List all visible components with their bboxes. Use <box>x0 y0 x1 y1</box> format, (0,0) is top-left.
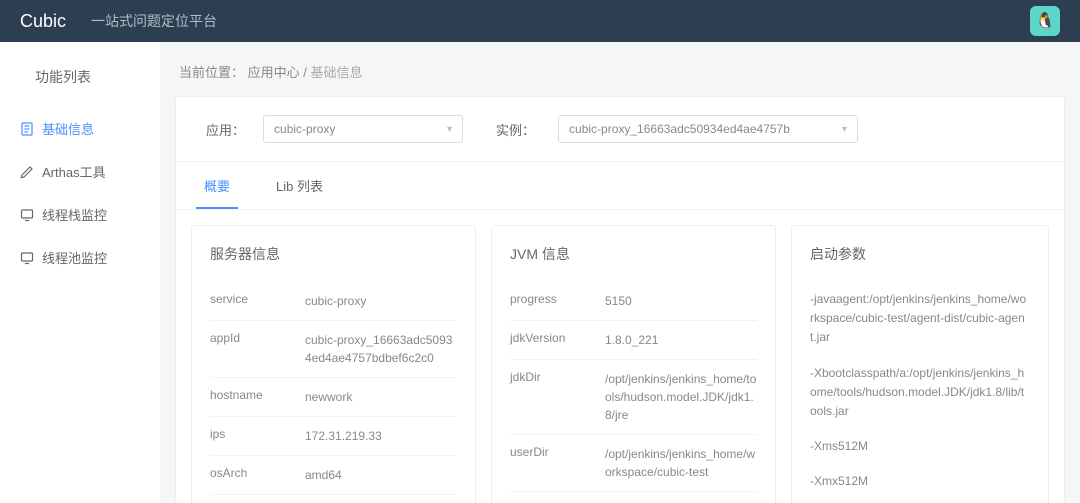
kv-key: jdkVersion <box>510 331 605 349</box>
doc-icon <box>20 122 34 136</box>
chevron-down-icon: ▾ <box>842 124 847 135</box>
kv-val: newwork <box>305 388 352 406</box>
tabs: 概要 Lib 列表 <box>176 162 1064 210</box>
kv-val: 1.8.0_221 <box>605 331 658 349</box>
breadcrumb: 当前位置： 应用中心 / 基础信息 <box>175 54 1065 96</box>
table-row: ips172.31.219.33 <box>210 417 457 456</box>
kv-key: jdkDir <box>510 370 605 424</box>
kv-key: userDir <box>510 445 605 481</box>
breadcrumb-current: 基础信息 <box>311 65 363 80</box>
chevron-down-icon: ▾ <box>447 124 452 135</box>
kv-val: 172.31.219.33 <box>305 427 382 445</box>
cards-row: 服务器信息 servicecubic-proxy appIdcubic-prox… <box>176 210 1064 503</box>
sidebar-item-label: 线程池监控 <box>42 248 107 267</box>
kv-val: cubic-proxy_16663adc50934ed4ae4757bdbef6… <box>305 331 457 367</box>
table-row: jdkVersion1.8.0_221 <box>510 321 757 360</box>
main-content: 当前位置： 应用中心 / 基础信息 应用： cubic-proxy ▾ 实例： … <box>160 42 1080 503</box>
kv-key: progress <box>510 292 605 310</box>
sidebar-item-arthas[interactable]: Arthas工具 <box>0 150 160 193</box>
sidebar-item-label: Arthas工具 <box>42 162 106 181</box>
table-row: osArchamd64 <box>210 456 457 495</box>
server-info-card: 服务器信息 servicecubic-proxy appIdcubic-prox… <box>191 225 476 503</box>
tab-summary[interactable]: 概要 <box>196 162 238 209</box>
sidebar-title: 功能列表 <box>0 57 160 107</box>
list-item: -Xbootclasspath/a:/opt/jenkins/jenkins_h… <box>810 356 1030 430</box>
jvm-info-card: JVM 信息 progress5150 jdkVersion1.8.0_221 … <box>491 225 776 503</box>
table-row: initMemory512 <box>510 492 757 503</box>
table-row: userDir/opt/jenkins/jenkins_home/workspa… <box>510 435 757 492</box>
card-title: 启动参数 <box>810 244 1030 264</box>
sidebar-item-thread-stack[interactable]: 线程栈监控 <box>0 193 160 236</box>
kv-key: hostname <box>210 388 305 406</box>
kv-val: /opt/jenkins/jenkins_home/tools/hudson.m… <box>605 370 757 424</box>
brand-name: Cubic <box>20 11 66 32</box>
list-item: -Xms512M <box>810 429 1030 464</box>
list-item: -javaagent:/opt/jenkins/jenkins_home/wor… <box>810 282 1030 356</box>
table-row: appIdcubic-proxy_16663adc50934ed4ae4757b… <box>210 321 457 378</box>
list-item: -Xmx512M <box>810 464 1030 499</box>
card-title: 服务器信息 <box>210 244 457 264</box>
monitor-icon <box>20 208 34 222</box>
sidebar-item-thread-pool[interactable]: 线程池监控 <box>0 236 160 279</box>
instance-filter-label: 实例： <box>496 120 535 139</box>
breadcrumb-prefix: 当前位置： <box>179 65 244 80</box>
start-params-card: 启动参数 -javaagent:/opt/jenkins/jenkins_hom… <box>791 225 1049 503</box>
kv-val: amd64 <box>305 466 342 484</box>
kv-val: cubic-proxy <box>305 292 366 310</box>
breadcrumb-separator: / <box>303 65 310 80</box>
table-row: osVersion3.10.0-957.21.3.el7.x86_64 <box>210 495 457 503</box>
avatar-icon: 🐧 <box>1035 11 1055 31</box>
kv-val: /opt/jenkins/jenkins_home/workspace/cubi… <box>605 445 757 481</box>
kv-key: osArch <box>210 466 305 484</box>
sidebar-item-basics[interactable]: 基础信息 <box>0 107 160 150</box>
sidebar: 功能列表 基础信息 Arthas工具 线程栈监控 线程池监控 <box>0 42 160 503</box>
app-select[interactable]: cubic-proxy ▾ <box>263 115 463 143</box>
tab-lib-list[interactable]: Lib 列表 <box>268 162 331 209</box>
pencil-icon <box>20 165 34 179</box>
instance-select[interactable]: cubic-proxy_16663adc50934ed4ae4757b ▾ <box>558 115 858 143</box>
brand-subtitle: 一站式问题定位平台 <box>91 11 217 31</box>
user-avatar-button[interactable]: 🐧 <box>1030 6 1060 36</box>
filter-row: 应用： cubic-proxy ▾ 实例： cubic-proxy_16663a… <box>176 97 1064 162</box>
kv-key: ips <box>210 427 305 445</box>
monitor-icon <box>20 251 34 265</box>
kv-key: service <box>210 292 305 310</box>
kv-val: 5150 <box>605 292 632 310</box>
breadcrumb-app-center[interactable]: 应用中心 <box>248 65 300 80</box>
table-row: jdkDir/opt/jenkins/jenkins_home/tools/hu… <box>510 360 757 435</box>
app-header: Cubic 一站式问题定位平台 🐧 <box>0 0 1080 42</box>
sidebar-item-label: 基础信息 <box>42 119 94 138</box>
app-filter-label: 应用： <box>206 120 245 139</box>
instance-select-value: cubic-proxy_16663adc50934ed4ae4757b <box>569 122 790 136</box>
app-select-value: cubic-proxy <box>274 122 335 136</box>
content-panel: 应用： cubic-proxy ▾ 实例： cubic-proxy_16663a… <box>175 96 1065 503</box>
table-row: hostnamenewwork <box>210 378 457 417</box>
list-item: -Dcubic.agent.service_name=cubic-proxy <box>810 500 1030 503</box>
sidebar-item-label: 线程栈监控 <box>42 205 107 224</box>
table-row: progress5150 <box>510 282 757 321</box>
card-title: JVM 信息 <box>510 244 757 264</box>
table-row: servicecubic-proxy <box>210 282 457 321</box>
kv-key: appId <box>210 331 305 367</box>
